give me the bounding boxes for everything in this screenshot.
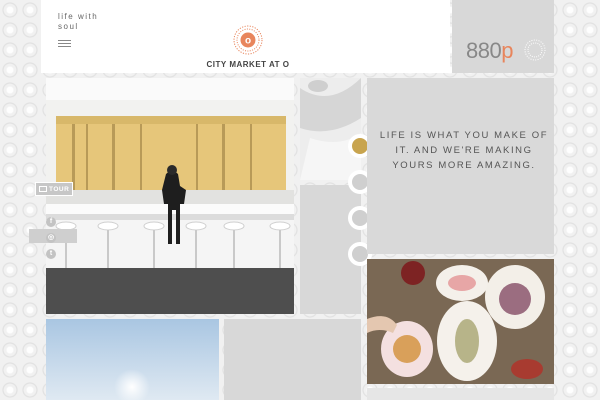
slogan-text: LIFE IS WHAT YOU MAKE OF IT. AND WE'RE M…	[379, 130, 549, 171]
promo-number: 880p	[466, 38, 513, 63]
sun-logo-icon[interactable]: o	[232, 24, 264, 56]
tour-icon	[39, 186, 47, 192]
placeholder-panel	[367, 388, 554, 400]
facebook-icon[interactable]: f	[46, 217, 56, 227]
tour-label: TOUR	[49, 185, 70, 193]
sky-photo	[46, 319, 219, 400]
kitchen-photo	[46, 78, 294, 314]
tour-button[interactable]: TOUR	[35, 182, 73, 196]
logo-letter: o	[245, 36, 251, 47]
promo-block[interactable]: 880p	[452, 0, 554, 73]
instagram-icon[interactable]: ◎	[46, 233, 56, 243]
site-tagline: life with soul	[58, 12, 99, 31]
linen-photo	[300, 78, 361, 180]
slogan-panel: LIFE IS WHAT YOU MAKE OF IT. AND WE'RE M…	[367, 78, 554, 254]
promo-letter: p	[501, 38, 513, 63]
promo-sun-icon	[524, 39, 546, 61]
hamburger-menu-icon[interactable]	[58, 40, 71, 48]
twitter-icon[interactable]: t	[46, 249, 56, 259]
placeholder-panel	[224, 319, 361, 400]
food-photo	[367, 259, 554, 384]
brand-name[interactable]: CITY MARKET AT O	[200, 60, 296, 69]
